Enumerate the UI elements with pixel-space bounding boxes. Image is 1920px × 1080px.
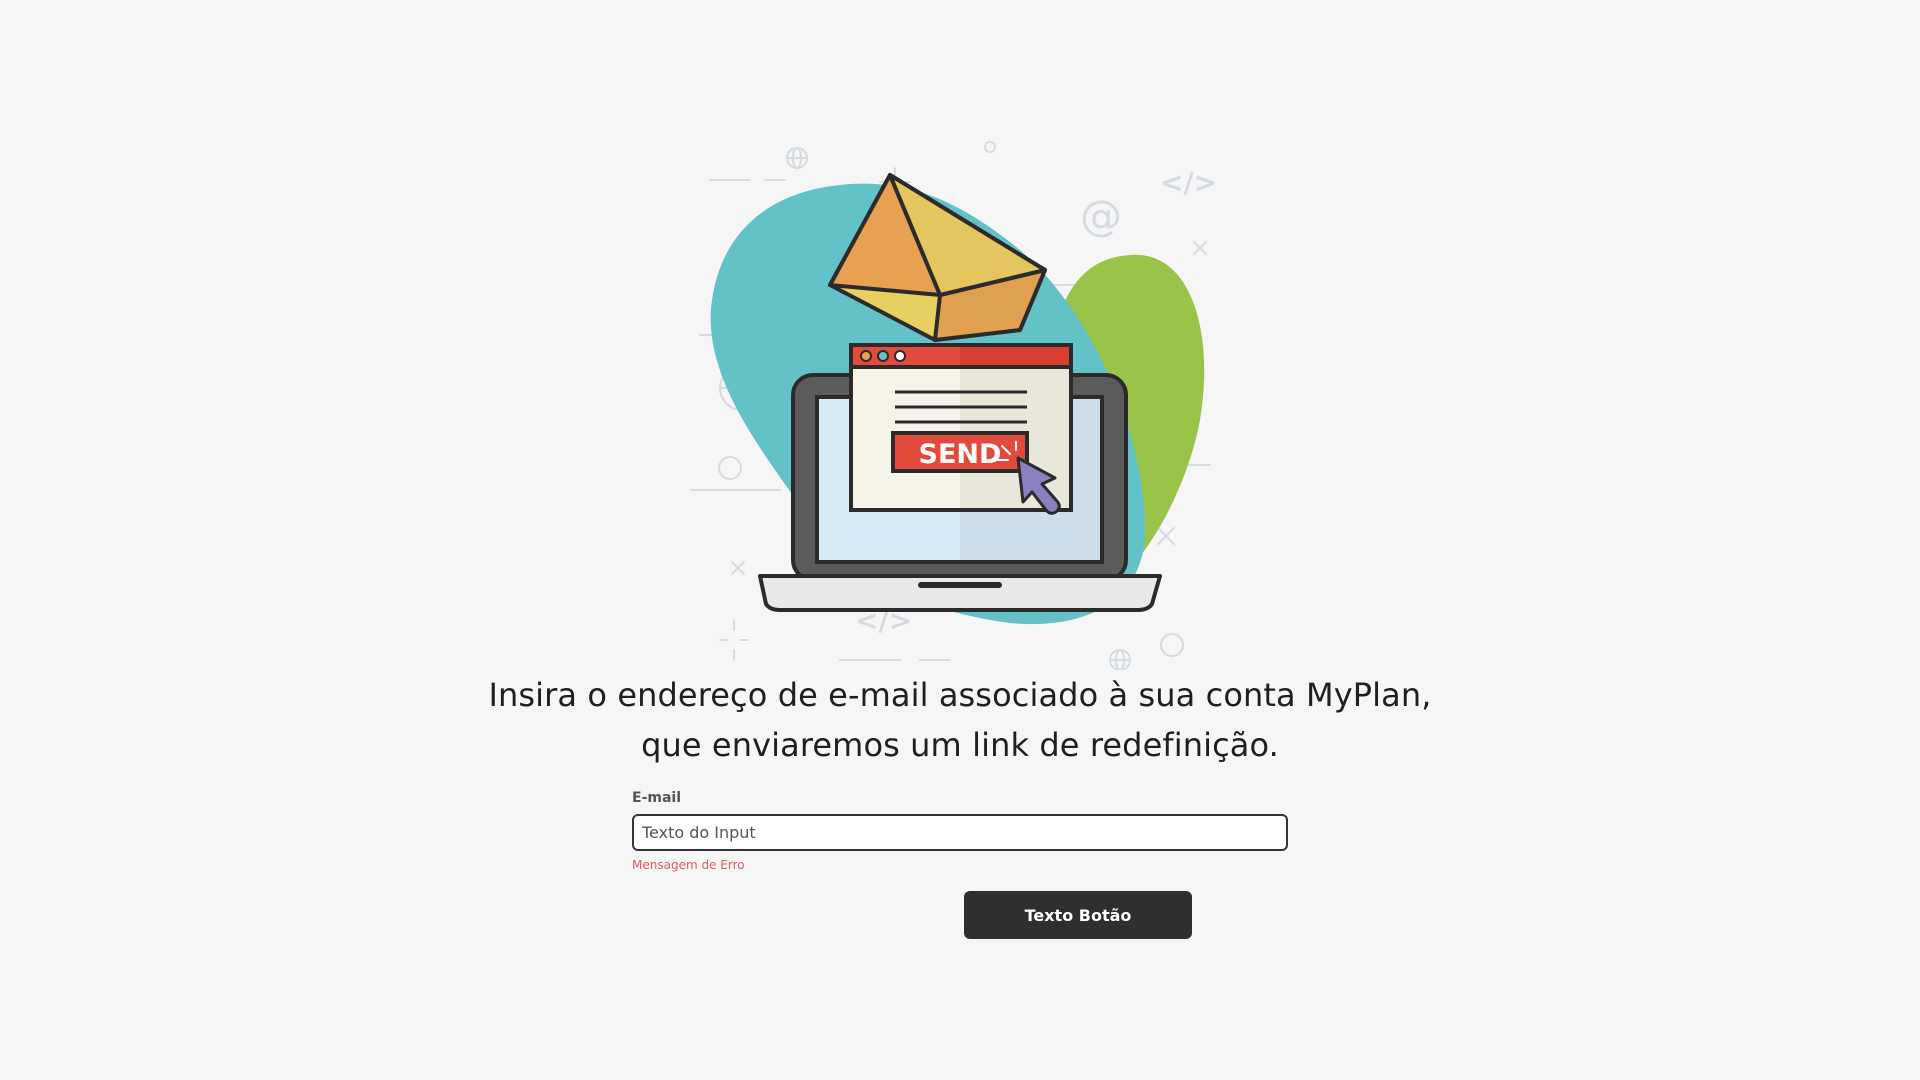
at-doodle: @ [1080, 191, 1122, 240]
headline-line-1: Insira o endereço de e-mail associado à … [488, 676, 1432, 714]
email-send-illustration: </> </> </> @ [690, 130, 1230, 670]
code-doodle-2: </> [1160, 166, 1217, 199]
reset-password-form: E-mail Mensagem de Erro [632, 790, 1288, 872]
email-error-message: Mensagem de Erro [632, 858, 745, 872]
page-headline: Insira o endereço de e-mail associado à … [360, 670, 1560, 770]
email-field-label: E-mail [632, 790, 682, 806]
email-field[interactable] [632, 814, 1288, 851]
submit-button[interactable]: Texto Botão [964, 891, 1192, 939]
send-label: SEND [919, 439, 1002, 470]
browser-window-icon: SEND [849, 343, 1073, 515]
headline-line-2: que enviaremos um link de redefinição. [641, 726, 1279, 764]
